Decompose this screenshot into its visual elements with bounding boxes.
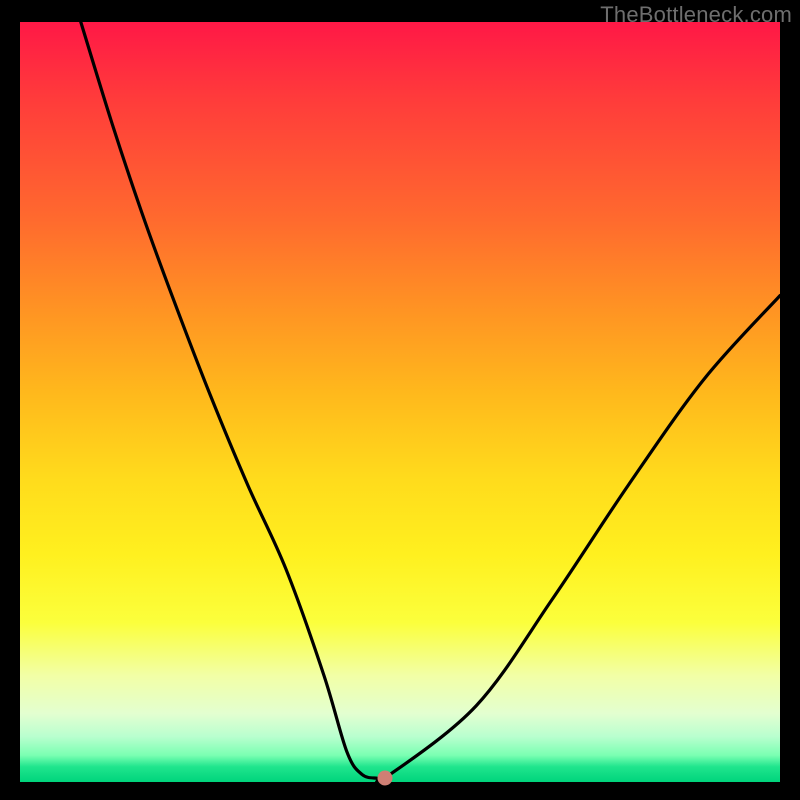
plot-area bbox=[20, 22, 780, 782]
curve-svg bbox=[20, 22, 780, 782]
bottleneck-curve-path bbox=[81, 22, 780, 782]
chart-frame: TheBottleneck.com bbox=[0, 0, 800, 800]
watermark-text: TheBottleneck.com bbox=[600, 2, 792, 28]
sweet-spot-marker bbox=[377, 771, 392, 786]
